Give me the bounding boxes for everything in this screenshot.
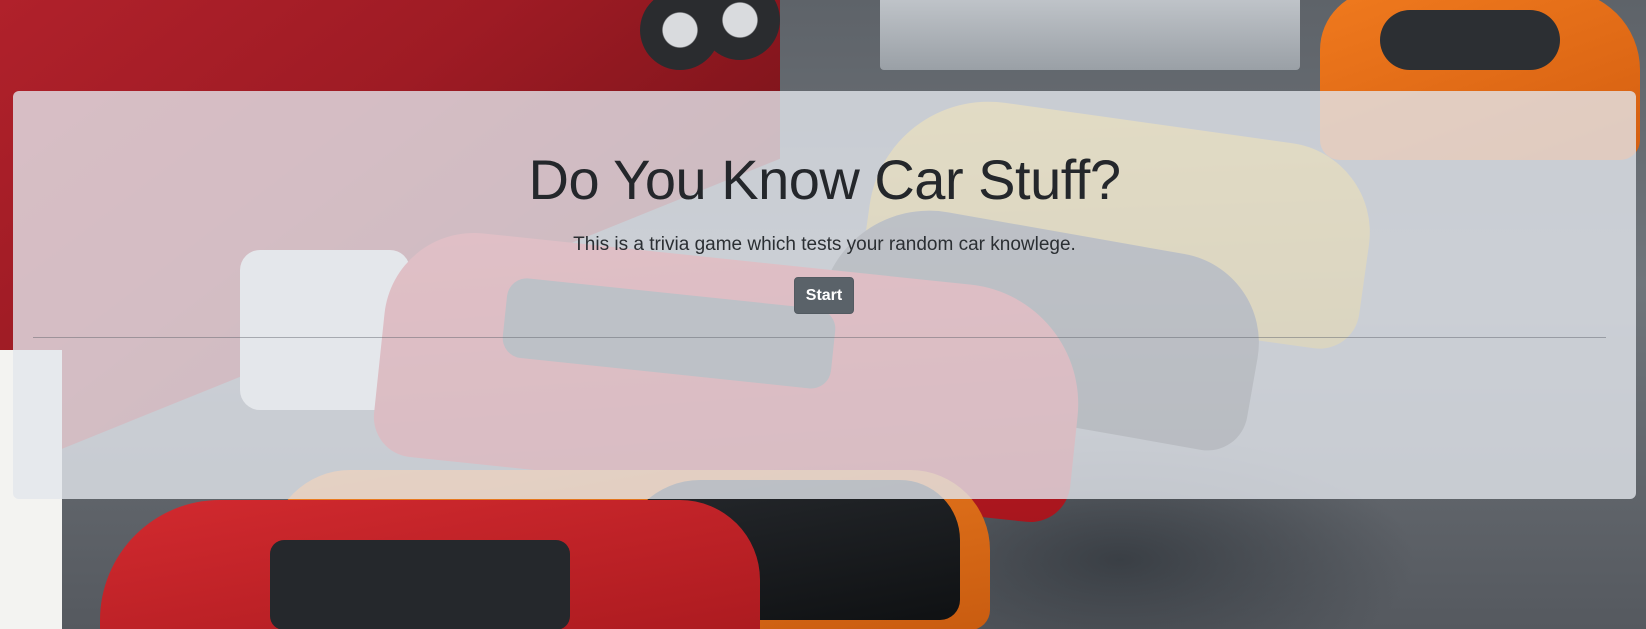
red-low-car-shape [100, 500, 760, 629]
page-subtitle: This is a trivia game which tests your r… [573, 234, 1076, 255]
silver-trailer-shape [880, 0, 1300, 70]
start-button[interactable]: Start [794, 277, 854, 314]
page-title: Do You Know Car Stuff? [528, 148, 1121, 211]
hero-panel: Do You Know Car Stuff? This is a trivia … [13, 91, 1636, 499]
divider [33, 337, 1606, 338]
